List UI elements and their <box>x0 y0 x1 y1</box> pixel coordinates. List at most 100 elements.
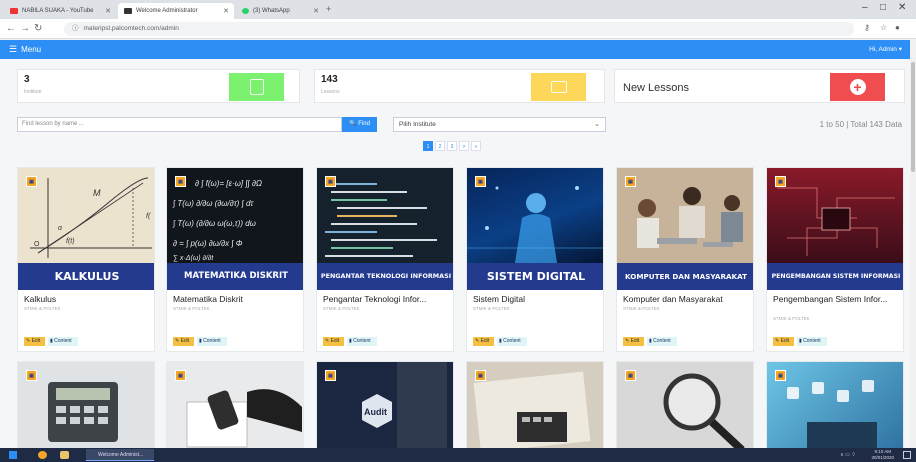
tab-whatsapp[interactable]: (3) WhatsApp ✕ <box>236 3 324 19</box>
course-title[interactable]: Komputer dan Masyarakat <box>623 294 751 304</box>
course-card[interactable]: ▣ <box>616 361 754 448</box>
svg-text:α: α <box>58 225 63 232</box>
content-button[interactable]: ▮ Content <box>48 337 78 346</box>
course-subtitle: STMIK & POLTEK <box>623 306 660 311</box>
svg-text:f(t): f(t) <box>66 238 75 245</box>
content-label: Content <box>353 338 371 344</box>
account-icon[interactable]: ● <box>895 23 900 32</box>
course-image <box>167 362 303 448</box>
stat-new-lessons[interactable]: New Lessons + <box>614 69 905 103</box>
folder-icon[interactable] <box>60 451 69 459</box>
course-card-kalkulus[interactable]: M α f(t) f( O ▣ KALKULUS Kalkulus STMIK … <box>17 167 155 352</box>
institute-select[interactable]: Pilih Institute ⌄ <box>393 117 606 132</box>
edit-button[interactable]: ✎ Edit <box>24 337 45 346</box>
institution-logo-icon: ▣ <box>325 370 336 381</box>
course-card-komputer-masyarakat[interactable]: ▣ KOMPUTER DAN MASYARAKAT Komputer dan M… <box>616 167 754 352</box>
notification-icon[interactable] <box>903 451 911 459</box>
course-title[interactable]: Sistem Digital <box>473 294 601 304</box>
course-card[interactable]: ▣ <box>166 361 304 448</box>
page-last[interactable]: » <box>471 141 481 151</box>
stat-value: 143 <box>321 74 338 85</box>
reload-icon[interactable]: ↻ <box>34 23 42 34</box>
course-subtitle: STMIK & POLTEK <box>173 306 210 311</box>
taskbar-app-label: Welcome Administ... <box>98 452 144 458</box>
new-lessons-label: New Lessons <box>623 82 690 94</box>
search-input[interactable]: Find lesson by name ... <box>17 117 342 132</box>
system-tray-icons[interactable]: ∧ ▭ ⌔ <box>840 452 856 458</box>
url-field[interactable]: ⓘ materipst.palcomtech.com/admin <box>64 22 854 36</box>
edit-button[interactable]: ✎ Edit <box>623 337 644 346</box>
course-card-sistem-digital[interactable]: ▣ SISTEM DIGITAL Sistem Digital STMIK & … <box>466 167 604 352</box>
new-tab-icon[interactable]: + <box>326 4 331 14</box>
course-image <box>467 362 603 448</box>
course-image <box>317 168 453 263</box>
close-icon[interactable]: ✕ <box>313 7 319 15</box>
find-button[interactable]: 🔍 Find <box>342 117 377 132</box>
edit-label: Edit <box>31 338 41 344</box>
maximize-icon[interactable]: □ <box>880 2 886 13</box>
course-card[interactable]: Audit ▣ <box>316 361 454 448</box>
institution-logo-icon: ▣ <box>475 176 486 187</box>
clock[interactable]: 9:10 AM 30/01/2020 <box>871 449 894 460</box>
tab-youtube[interactable]: NABILA SUAKA - YouTube ✕ <box>4 3 116 19</box>
page-3[interactable]: 3 <box>447 141 457 151</box>
institution-logo-icon: ▣ <box>26 176 37 187</box>
star-icon[interactable]: ☆ <box>880 23 887 32</box>
edit-button[interactable]: ✎ Edit <box>773 337 794 346</box>
content-button[interactable]: ▮ Content <box>797 337 827 346</box>
forward-icon[interactable]: → <box>20 23 30 34</box>
course-image: ∂ ∫ f(ω)= [ε·ω] ∫∫ ∂Ω ∫ T(ω) ∂/∂ω (∂ω/∂τ… <box>167 168 303 263</box>
tab-admin[interactable]: Welcome Administrator ✕ <box>118 3 234 19</box>
institution-logo-icon: ▣ <box>26 370 37 381</box>
clock-time: 9:10 AM <box>874 449 891 454</box>
pagination: 1 2 3 > » <box>423 141 481 151</box>
course-banner: SISTEM DIGITAL <box>467 263 603 290</box>
course-title[interactable]: Kalkulus <box>24 294 152 304</box>
taskbar: Welcome Administ... ∧ ▭ ⌔ 9:10 AM 30/01/… <box>0 448 916 462</box>
svg-text:O: O <box>34 241 40 248</box>
content-button[interactable]: ▮ Content <box>197 337 227 346</box>
edit-button[interactable]: ✎ Edit <box>323 337 344 346</box>
windows-start-icon[interactable] <box>9 451 17 459</box>
course-title[interactable]: Pengembangan Sistem Infor... <box>773 294 901 304</box>
minimize-icon[interactable]: – <box>862 2 868 13</box>
course-card-matematika-diskrit[interactable]: ∂ ∫ f(ω)= [ε·ω] ∫∫ ∂Ω ∫ T(ω) ∂/∂ω (∂ω/∂τ… <box>166 167 304 352</box>
edit-label: Edit <box>780 338 790 344</box>
page-1[interactable]: 1 <box>423 141 433 151</box>
taskbar-app-active[interactable]: Welcome Administ... <box>86 449 154 461</box>
course-title[interactable]: Matematika Diskrit <box>173 294 301 304</box>
greeting-text: Hi, Admin <box>869 46 897 53</box>
course-card-pengantar-ti[interactable]: ▣ PENGANTAR TEKNOLOGI INFORMASI Penganta… <box>316 167 454 352</box>
key-icon[interactable]: ⚷ <box>864 23 870 32</box>
course-banner: KOMPUTER DAN MASYARAKAT <box>617 263 753 290</box>
menu-toggle[interactable]: ☰ Menu <box>9 44 41 55</box>
course-card-pengembangan-si[interactable]: ▣ PENGEMBANGAN SISTEM INFORMASI Pengemba… <box>766 167 904 352</box>
course-image <box>767 362 903 448</box>
page-next[interactable]: > <box>459 141 469 151</box>
institution-logo-icon: ▣ <box>175 176 186 187</box>
stat-lessons[interactable]: 143 Lessons <box>314 69 605 103</box>
course-card[interactable]: ▣ <box>466 361 604 448</box>
course-card[interactable]: ▣ <box>766 361 904 448</box>
page-icon <box>124 8 132 14</box>
chrome-icon[interactable] <box>38 451 47 459</box>
content-button[interactable]: ▮ Content <box>347 337 377 346</box>
user-menu[interactable]: Hi, Admin ▾ <box>869 45 902 53</box>
close-icon[interactable]: ✕ <box>105 7 111 15</box>
edit-button[interactable]: ✎ Edit <box>473 337 494 346</box>
close-icon[interactable]: ✕ <box>223 7 229 15</box>
edit-label: Edit <box>330 338 340 344</box>
course-card[interactable]: ▣ <box>17 361 155 448</box>
stat-institute[interactable]: 3 Institute <box>17 69 300 103</box>
close-window-icon[interactable]: ✕ <box>898 2 906 13</box>
svg-text:∫ T(ω) ∂/∂ω (∂ω/∂τ) ∫ dτ: ∫ T(ω) ∂/∂ω (∂ω/∂τ) ∫ dτ <box>172 199 254 208</box>
edit-button[interactable]: ✎ Edit <box>173 337 194 346</box>
content-button[interactable]: ▮ Content <box>497 337 527 346</box>
back-icon[interactable]: ← <box>6 23 16 34</box>
menu-label: Menu <box>21 45 42 54</box>
course-title[interactable]: Pengantar Teknologi Infor... <box>323 294 451 304</box>
page-2[interactable]: 2 <box>435 141 445 151</box>
content-button[interactable]: ▮ Content <box>647 337 677 346</box>
page-scrollbar[interactable] <box>910 40 916 448</box>
youtube-icon <box>10 8 18 14</box>
